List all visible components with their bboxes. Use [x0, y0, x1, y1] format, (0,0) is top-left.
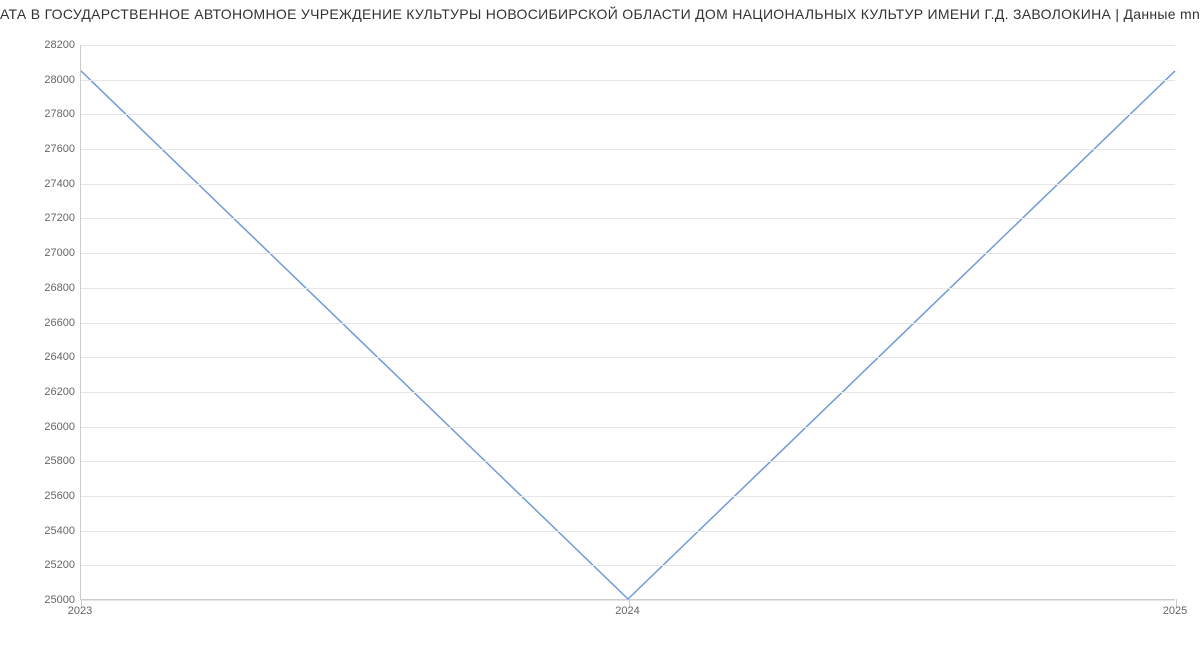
y-axis-tick-label: 27000: [5, 247, 75, 259]
y-axis-tick-label: 27800: [5, 108, 75, 120]
gridline: [81, 427, 1175, 428]
plot-area: [80, 45, 1175, 600]
y-axis-tick-label: 25200: [5, 559, 75, 571]
gridline: [81, 531, 1175, 532]
x-axis-tick-label: 2023: [68, 605, 92, 617]
y-axis-tick-label: 27200: [5, 212, 75, 224]
y-axis-tick-label: 25800: [5, 455, 75, 467]
data-line: [81, 71, 1175, 599]
y-axis-tick-label: 26200: [5, 386, 75, 398]
gridline: [81, 323, 1175, 324]
gridline: [81, 496, 1175, 497]
gridline: [81, 149, 1175, 150]
y-axis-tick-label: 25600: [5, 490, 75, 502]
gridline: [81, 461, 1175, 462]
gridline: [81, 184, 1175, 185]
gridline: [81, 45, 1175, 46]
y-axis-tick-label: 26400: [5, 351, 75, 363]
gridline: [81, 565, 1175, 566]
chart-title: АТА В ГОСУДАРСТВЕННОЕ АВТОНОМНОЕ УЧРЕЖДЕ…: [0, 6, 1200, 22]
gridline: [81, 357, 1175, 358]
y-axis-tick-label: 27400: [5, 178, 75, 190]
gridline: [81, 80, 1175, 81]
y-axis-tick-label: 26000: [5, 421, 75, 433]
y-axis-tick-label: 26600: [5, 317, 75, 329]
gridline: [81, 288, 1175, 289]
gridline: [81, 114, 1175, 115]
x-axis-tick-label: 2025: [1163, 605, 1187, 617]
gridline: [81, 392, 1175, 393]
y-axis-tick-label: 25400: [5, 525, 75, 537]
y-axis-tick-label: 26800: [5, 282, 75, 294]
y-axis-tick-label: 28000: [5, 74, 75, 86]
y-axis-tick-label: 25000: [5, 594, 75, 606]
gridline: [81, 253, 1175, 254]
y-axis-tick-label: 27600: [5, 143, 75, 155]
x-axis-tick-label: 2024: [615, 605, 639, 617]
gridline: [81, 218, 1175, 219]
y-axis-tick-label: 28200: [5, 39, 75, 51]
